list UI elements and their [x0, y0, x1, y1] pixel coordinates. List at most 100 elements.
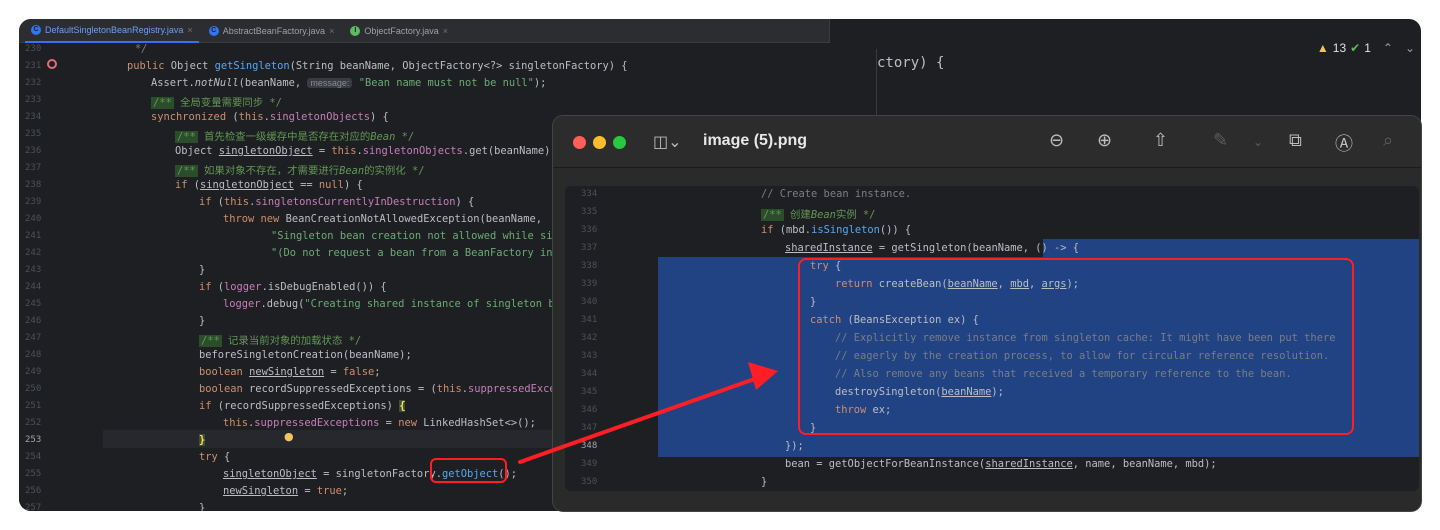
line-number: 242 [25, 248, 42, 258]
search-icon[interactable]: ⌕ [1383, 130, 1393, 151]
highlight-box [430, 458, 507, 483]
class-icon: C [208, 25, 219, 36]
line-number: 252 [25, 418, 42, 428]
implementation-marker-icon[interactable] [47, 59, 57, 69]
code-line: } [199, 264, 206, 276]
current-line-highlight [103, 430, 623, 448]
warning-count: 13 [1332, 41, 1347, 55]
code-line: this.suppressedExceptions = new LinkedHa… [223, 417, 536, 429]
code-line: beforeSingletonCreation(beanName); [199, 349, 412, 361]
rotate-icon[interactable]: ⧉ [1289, 130, 1302, 151]
code-line: if (singletonObject == null) { [175, 179, 363, 191]
close-icon[interactable]: × [329, 26, 334, 36]
line-number: 334 [581, 189, 598, 199]
close-button[interactable] [573, 136, 586, 149]
code-line: ctory) { [877, 55, 945, 71]
code-line: Assert.notNull(beanName, message: "Bean … [151, 77, 547, 89]
code-line: newSingleton = true; [223, 485, 349, 497]
line-number: 345 [581, 387, 598, 397]
tab-label: DefaultSingletonBeanRegistry.java [45, 24, 184, 35]
line-number: 237 [25, 163, 42, 173]
chevron-down-icon[interactable]: ⌄ [1253, 135, 1263, 149]
chevron-up-icon[interactable]: ⌃ [1383, 41, 1393, 55]
share-icon[interactable]: ⇧ [1153, 130, 1168, 151]
code-line: logger.debug("Creating shared instance o… [223, 298, 568, 310]
line-number: 255 [25, 469, 42, 479]
interface-icon: I [350, 25, 361, 36]
line-number: 243 [25, 265, 42, 275]
line-number: 235 [25, 129, 42, 139]
line-number: 348 [581, 441, 598, 451]
code-line: if (this.singletonsCurrentlyInDestructio… [199, 196, 475, 208]
code-line: boolean recordSuppressedExceptions = (th… [199, 383, 569, 395]
line-number: 239 [25, 197, 42, 207]
preview-toolbar: ◫⌄ image (5).png ⊖ ⊕ ⇧ ✎ ⌄ ⧉ Ⓐ ⌕ [553, 116, 1421, 168]
code-line: /** 创建Bean实例 */ [761, 209, 876, 221]
code-line: }); [785, 440, 804, 452]
close-icon[interactable]: × [443, 26, 448, 36]
code-line: Object singletonObject = this.singletonO… [175, 145, 557, 157]
line-number: 249 [25, 367, 42, 377]
code-line: /** 首先检查一级缓存中是否存在对应的Bean */ [175, 131, 415, 143]
line-number: 238 [25, 180, 42, 190]
line-number: 244 [25, 282, 42, 292]
tab-object-factory[interactable]: I ObjectFactory.java × [344, 19, 454, 43]
code-line: } [199, 434, 206, 446]
line-number: 236 [25, 146, 42, 156]
line-number: 340 [581, 297, 598, 307]
markup-circle-icon[interactable]: Ⓐ [1335, 130, 1353, 156]
sidebar-toggle-icon[interactable]: ◫⌄ [653, 132, 682, 151]
code-line: // Create bean instance. [761, 188, 912, 200]
line-number: 230 [25, 44, 42, 54]
line-number: 336 [581, 225, 598, 235]
divider [829, 19, 830, 43]
code-line: sharedInstance = getSingleton(beanName, … [785, 242, 1080, 254]
code-line: } [199, 315, 206, 327]
line-number: 254 [25, 452, 42, 462]
line-number: 253 [25, 435, 42, 445]
code-line: if (logger.isDebugEnabled()) { [199, 281, 387, 293]
code-line: } [199, 502, 206, 511]
code-line: public Object getSingleton(String beanNa… [127, 60, 628, 72]
line-number: 248 [25, 350, 42, 360]
zoom-button[interactable] [613, 136, 626, 149]
preview-window: ◫⌄ image (5).png ⊖ ⊕ ⇧ ✎ ⌄ ⧉ Ⓐ ⌕ 334 335… [553, 116, 1421, 511]
chevron-down-icon[interactable]: ⌄ [1405, 41, 1415, 55]
line-number: 339 [581, 279, 598, 289]
code-line: bean = getObjectForBeanInstance(sharedIn… [785, 458, 1217, 470]
lightbulb-icon[interactable]: ● [284, 430, 294, 443]
line-number: 232 [25, 78, 42, 88]
highlight-box [798, 258, 1354, 435]
close-icon[interactable]: × [187, 25, 192, 35]
markup-pen-icon[interactable]: ✎ [1213, 130, 1228, 151]
parameter-hint: message: [307, 78, 353, 88]
code-line: /** 全局变量需要同步 */ [151, 97, 282, 109]
code-line: if (mbd.isSingleton()) { [761, 224, 912, 236]
minimize-button[interactable] [593, 136, 606, 149]
line-number: 335 [581, 207, 598, 217]
check-icon: ✔ [1350, 41, 1361, 55]
line-number: 234 [25, 112, 42, 122]
tab-abstract-bean-factory[interactable]: C AbstractBeanFactory.java × [203, 19, 341, 43]
inspection-widget[interactable]: ▲ 13 ✔ 1 ⌃ ⌄ [1317, 41, 1415, 55]
zoom-in-icon[interactable]: ⊕ [1097, 130, 1112, 151]
line-number: 233 [25, 95, 42, 105]
line-number: 342 [581, 333, 598, 343]
window-title: image (5).png [703, 132, 808, 149]
line-number: 257 [25, 503, 42, 511]
line-number: 338 [581, 261, 598, 271]
line-number: 344 [581, 369, 598, 379]
line-number: 337 [581, 243, 598, 253]
line-number: 346 [581, 405, 598, 415]
editor-tab-bar: C DefaultSingletonBeanRegistry.java × C … [19, 19, 829, 43]
line-number: 251 [25, 401, 42, 411]
zoom-out-icon[interactable]: ⊖ [1049, 130, 1064, 151]
line-number: 240 [25, 214, 42, 224]
code-line: try { [199, 451, 231, 463]
tab-label: ObjectFactory.java [364, 25, 439, 36]
tab-default-singleton-bean-registry[interactable]: C DefaultSingletonBeanRegistry.java × [25, 19, 199, 43]
warning-icon: ▲ [1316, 41, 1329, 55]
code-line: "Singleton bean creation not allowed whi… [271, 230, 566, 242]
code-line: /** 记录当前对象的加载状态 */ [199, 335, 362, 347]
line-number: 347 [581, 423, 598, 433]
